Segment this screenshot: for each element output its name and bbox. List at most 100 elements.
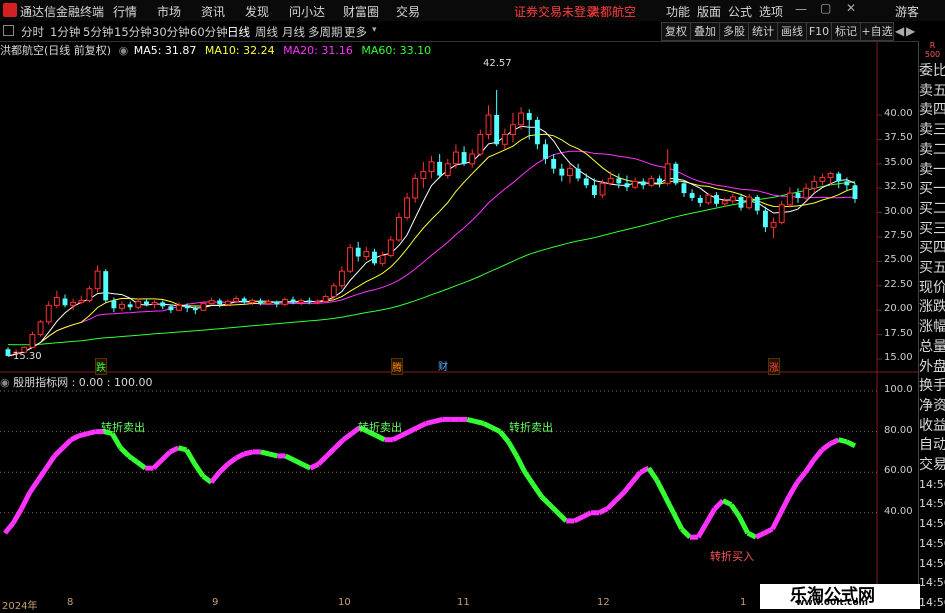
panel-item[interactable]: 卖五 xyxy=(919,81,945,101)
huaxian-button[interactable]: 画线 xyxy=(777,22,807,41)
diejia-button[interactable]: 叠加 xyxy=(690,22,720,41)
panel-item[interactable]: 卖一 xyxy=(919,160,945,180)
panel-item[interactable]: 卖二 xyxy=(919,140,945,160)
guest-label[interactable]: 游客 xyxy=(895,3,919,20)
panel-r-label[interactable]: R 500 xyxy=(919,41,945,59)
panel-item[interactable]: 14:56 xyxy=(919,573,945,593)
panel-item[interactable]: 14:56 xyxy=(919,554,945,574)
tab-weekly[interactable]: 周线 xyxy=(255,24,278,40)
indicator-segment xyxy=(581,510,593,520)
candle-body-up xyxy=(176,304,182,311)
duogu-button[interactable]: 多股 xyxy=(719,22,749,41)
tab-more[interactable]: 更多 xyxy=(344,24,367,40)
panel-item[interactable]: 买四 xyxy=(919,238,945,258)
biaoji-button[interactable]: 标记 xyxy=(831,22,861,41)
f10-button[interactable]: F10 xyxy=(806,22,832,41)
panel-item[interactable]: 买三 xyxy=(919,219,945,239)
menu-gongshi[interactable]: 公式 xyxy=(728,3,752,20)
panel-item[interactable]: 14:56 xyxy=(919,534,945,554)
chevron-down-icon[interactable]: ▾ xyxy=(372,25,377,35)
menu-wenxiaoda[interactable]: 问小达 xyxy=(289,3,325,20)
candle-body-down xyxy=(624,183,630,188)
tongji-button[interactable]: 统计 xyxy=(748,22,778,41)
indicator-segment xyxy=(177,445,188,453)
panel-item[interactable]: 涨幅 xyxy=(919,317,945,337)
indicator-tick-label: 80.00 xyxy=(884,424,913,436)
tab-1min[interactable]: 1分钟 xyxy=(50,24,80,40)
event-marker-zhang[interactable]: 涨 xyxy=(768,358,780,375)
candle-body-up xyxy=(363,251,370,258)
panel-item[interactable]: 14:56 xyxy=(919,593,945,613)
toolbar-toggle-icon[interactable] xyxy=(3,25,14,36)
tab-5min[interactable]: 5分钟 xyxy=(83,24,113,40)
indicator-header: ◉ 殷朋指标网 : 0.00 : 100.00 xyxy=(0,374,153,390)
panel-item[interactable]: 交易 xyxy=(919,455,945,475)
panel-item[interactable]: 卖三 xyxy=(919,120,945,140)
tab-30min[interactable]: 30分钟 xyxy=(152,24,190,40)
tab-daily[interactable]: 日线 xyxy=(227,24,250,40)
indicator-segment xyxy=(721,498,733,507)
menu-faxian[interactable]: 发现 xyxy=(245,3,269,20)
tab-60min[interactable]: 60分钟 xyxy=(190,24,228,40)
panel-item[interactable]: 14:56 xyxy=(919,514,945,534)
menu-hangqing[interactable]: 行情 xyxy=(113,3,137,20)
panel-item[interactable]: 14:56 xyxy=(919,494,945,514)
menu-xuanxiang[interactable]: 选项 xyxy=(759,3,783,20)
kline-chart[interactable] xyxy=(0,41,918,597)
panel-item[interactable]: 卖四 xyxy=(919,100,945,120)
event-marker-teng[interactable]: 腾 xyxy=(391,358,403,375)
panel-item[interactable]: 自动 xyxy=(919,435,945,455)
left-arrow-icon[interactable]: ◀ xyxy=(895,24,904,38)
tab-15min[interactable]: 15分钟 xyxy=(114,24,152,40)
minimize-button[interactable]: — xyxy=(795,2,807,16)
menu-shichang[interactable]: 市场 xyxy=(157,3,181,20)
right-arrow-icon[interactable]: ▶ xyxy=(906,24,915,38)
add-watchlist-button[interactable]: +自选 xyxy=(860,22,894,41)
menu-caifuquan[interactable]: 财富圈 xyxy=(343,3,379,20)
panel-item[interactable]: 涨跌 xyxy=(919,297,945,317)
menu-gongneng[interactable]: 功能 xyxy=(666,3,690,20)
fuquan-button[interactable]: 复权 xyxy=(661,22,691,41)
tab-fenshi[interactable]: 分时 xyxy=(21,24,44,40)
panel-item[interactable]: 14:56 xyxy=(919,475,945,495)
panel-item[interactable]: 委比 xyxy=(919,61,945,81)
indicator-segment xyxy=(539,494,552,507)
date-label: 1 xyxy=(740,597,747,608)
indicator-segment xyxy=(19,491,32,510)
indicator-settings-icon[interactable]: ◉ xyxy=(0,376,10,389)
price-tick-label: 40.00 xyxy=(884,108,913,119)
candle-body-down xyxy=(103,271,109,301)
panel-item[interactable]: 买五 xyxy=(919,258,945,278)
tab-multi-period[interactable]: 多周期 xyxy=(308,24,343,40)
indicator-segment xyxy=(514,454,528,474)
candle-body-down xyxy=(184,305,190,309)
menu-jiaoyi[interactable]: 交易 xyxy=(396,3,420,20)
panel-item[interactable]: 买一 xyxy=(919,179,945,199)
panel-item[interactable]: 现价 xyxy=(919,278,945,298)
panel-item[interactable]: 外盘 xyxy=(919,357,945,377)
menu-banmian[interactable]: 版面 xyxy=(697,3,721,20)
trade-status[interactable]: 证券交易未登录 xyxy=(514,3,598,20)
panel-item[interactable]: 换手 xyxy=(919,376,945,396)
indicator-segment xyxy=(226,455,238,467)
menu-zixun[interactable]: 资讯 xyxy=(201,3,225,20)
candle-body-up xyxy=(281,298,288,305)
panel-item[interactable]: 净资 xyxy=(919,396,945,416)
panel-item[interactable]: 买二 xyxy=(919,199,945,219)
panel-item[interactable]: 总量 xyxy=(919,337,945,357)
tab-monthly[interactable]: 月线 xyxy=(282,24,305,40)
candle-body-down xyxy=(689,193,695,198)
event-marker-cai[interactable]: 财 xyxy=(438,358,448,373)
indicator-segment xyxy=(333,437,346,450)
candle-body-up xyxy=(29,334,36,348)
candle-body-up xyxy=(224,300,231,305)
candle-body-up xyxy=(94,270,101,290)
date-label: 2024年 xyxy=(2,601,38,612)
maximize-button[interactable]: ▢ xyxy=(820,1,831,15)
panel-item[interactable]: 收益 xyxy=(919,416,945,436)
close-button[interactable]: ✕ xyxy=(846,1,856,15)
indicator-segment xyxy=(466,416,476,424)
price-tick-label: 30.00 xyxy=(884,205,913,217)
indicator-segment xyxy=(696,521,709,539)
event-marker-die[interactable]: 跌 xyxy=(95,358,107,375)
